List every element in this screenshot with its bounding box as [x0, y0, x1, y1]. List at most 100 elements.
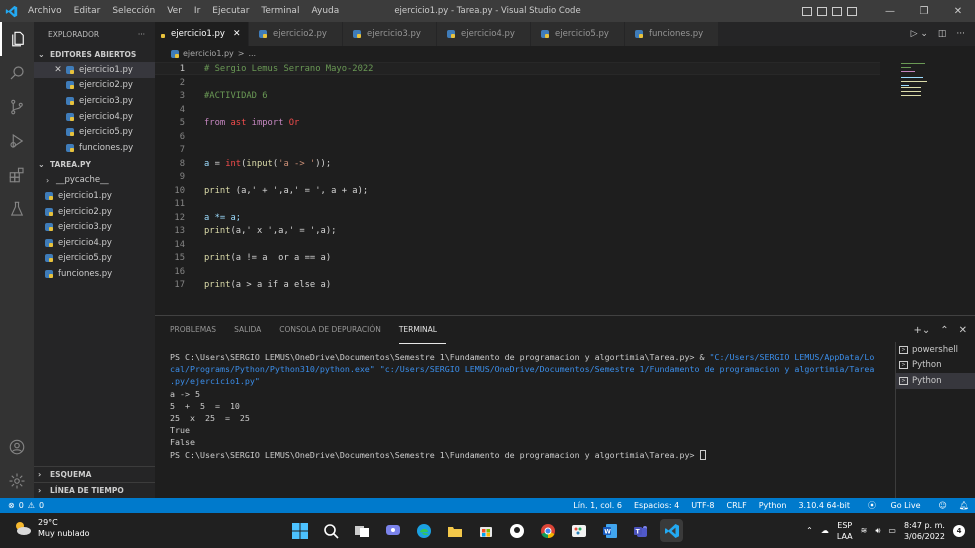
vscode-logo-icon[interactable]	[0, 0, 22, 22]
word-icon[interactable]: W	[598, 519, 621, 542]
terminal-output[interactable]: PS C:\Users\SERGIO LEMUS\OneDrive\Docume…	[170, 351, 885, 461]
open-editor-item[interactable]: ejercicio4.py	[34, 109, 155, 125]
chrome-browser-icon[interactable]	[536, 519, 559, 542]
chevron-up-icon[interactable]: ⌃	[806, 526, 813, 535]
terminal-item-python-active[interactable]: > Python	[896, 373, 975, 389]
code-line[interactable]: 5 from ast import Or	[155, 117, 880, 130]
problems-status[interactable]: ⊗ 0 ⚠ 0	[0, 501, 44, 510]
file-item[interactable]: funciones.py	[34, 266, 155, 282]
timeline-header[interactable]: › LÍNEA DE TIEMPO	[34, 482, 155, 498]
battery-icon[interactable]: ▭	[888, 526, 896, 535]
end-of-line[interactable]: CRLF	[721, 501, 753, 510]
more-actions-icon[interactable]: ···	[138, 30, 145, 39]
settings-gear-icon[interactable]	[0, 464, 34, 498]
breadcrumb-file[interactable]: ejercicio1.py	[183, 49, 234, 58]
split-editor-icon[interactable]: ◫	[938, 29, 947, 39]
code-line[interactable]: 17 print(a > a if a else a)	[155, 279, 880, 292]
tab-ejercicio4[interactable]: ejercicio4.py	[437, 22, 531, 46]
tab-problemas[interactable]: PROBLEMAS	[170, 316, 225, 344]
terminal-item-python[interactable]: > Python	[896, 358, 975, 374]
code-line[interactable]: 8 a = int(input('a -> '));	[155, 157, 880, 170]
close-window-button[interactable]: ✕	[941, 0, 975, 22]
menu-ir[interactable]: Ir	[188, 0, 206, 22]
go-live-button[interactable]: ⦿ Go Live	[856, 500, 933, 511]
new-terminal-icon[interactable]: +⌄	[913, 325, 930, 336]
open-editor-item[interactable]: funciones.py	[34, 140, 155, 156]
wifi-icon[interactable]: ≋	[861, 526, 868, 535]
file-item[interactable]: ejercicio5.py	[34, 251, 155, 267]
extensions-icon[interactable]	[0, 158, 34, 192]
open-editor-item[interactable]: ejercicio2.py	[34, 78, 155, 94]
code-line[interactable]: 1 # Sergio Lemus Serrano Mayo-2022	[155, 62, 880, 75]
search-icon[interactable]	[0, 56, 34, 90]
code-editor[interactable]: 1 # Sergio Lemus Serrano Mayo-2022 2 3 #…	[155, 61, 975, 315]
menu-ver[interactable]: Ver	[161, 0, 188, 22]
menu-editar[interactable]: Editar	[68, 0, 107, 22]
clock[interactable]: 8:47 p. m. 3/06/2022	[904, 520, 945, 542]
open-editors-header[interactable]: ⌄ EDITORES ABIERTOS	[34, 46, 155, 62]
indentation[interactable]: Espacios: 4	[628, 501, 685, 510]
source-control-icon[interactable]	[0, 90, 34, 124]
testing-icon[interactable]	[0, 192, 34, 226]
code-line[interactable]: 3 #ACTIVIDAD 6	[155, 90, 880, 103]
toggle-secondary-sidebar-icon[interactable]	[832, 6, 842, 16]
language-indicator[interactable]: ESP LAA	[837, 520, 853, 542]
tab-terminal[interactable]: TERMINAL	[398, 316, 446, 344]
tab-ejercicio3[interactable]: ejercicio3.py	[343, 22, 437, 46]
close-panel-icon[interactable]: ✕	[959, 325, 967, 336]
feedback-icon[interactable]: ☺	[933, 501, 953, 510]
teams-icon[interactable]: T	[629, 519, 652, 542]
notifications-bell-icon[interactable]: 🔔︎	[953, 501, 975, 510]
tab-consola-depuracion[interactable]: CONSOLA DE DEPURACIÓN	[279, 316, 390, 344]
code-line[interactable]: 15 print(a != a or a == a)	[155, 252, 880, 265]
code-line[interactable]: 12 a *= a;	[155, 211, 880, 224]
chevron-up-icon[interactable]: ⌃	[940, 325, 948, 336]
start-button-icon[interactable]	[288, 519, 311, 542]
folder-item[interactable]: › __pycache__	[34, 173, 155, 189]
file-item[interactable]: ejercicio2.py	[34, 204, 155, 220]
outline-header[interactable]: › ESQUEMA	[34, 466, 155, 482]
github-icon[interactable]	[505, 519, 528, 542]
task-view-icon[interactable]	[350, 519, 373, 542]
restore-button[interactable]: ❐	[907, 0, 941, 22]
search-icon[interactable]	[319, 519, 342, 542]
tab-ejercicio2[interactable]: ejercicio2.py	[249, 22, 343, 46]
microsoft-store-icon[interactable]	[474, 519, 497, 542]
terminal-item-powershell[interactable]: > powershell	[896, 342, 975, 358]
paint-icon[interactable]	[567, 519, 590, 542]
menu-seleccion[interactable]: Selección	[106, 0, 161, 22]
edge-browser-icon[interactable]	[412, 519, 435, 542]
customize-layout-icon[interactable]	[847, 6, 857, 16]
more-actions-icon[interactable]: ···	[956, 29, 965, 39]
menu-terminal[interactable]: Terminal	[255, 0, 305, 22]
file-item[interactable]: ejercicio3.py	[34, 219, 155, 235]
tab-ejercicio1[interactable]: ejercicio1.py ✕	[155, 22, 249, 46]
minimap[interactable]	[899, 61, 959, 101]
close-icon[interactable]: ✕	[52, 65, 64, 75]
cursor-position[interactable]: Lín. 1, col. 6	[567, 501, 628, 510]
language-mode[interactable]: Python	[753, 501, 793, 510]
menu-archivo[interactable]: Archivo	[22, 0, 68, 22]
weather-widget[interactable]: 29°C Muy nublado	[12, 517, 90, 539]
tab-salida[interactable]: SALIDA	[234, 316, 270, 344]
close-tab-icon[interactable]: ✕	[233, 29, 241, 39]
menu-ayuda[interactable]: Ayuda	[305, 0, 345, 22]
explorer-icon[interactable]	[0, 22, 34, 56]
tab-ejercicio5[interactable]: ejercicio5.py	[531, 22, 625, 46]
volume-icon[interactable]: 🔊︎	[875, 526, 880, 536]
code-line[interactable]: 13 print(a,' x ',a,' = ',a);	[155, 225, 880, 238]
vscode-taskbar-icon[interactable]	[660, 519, 683, 542]
menu-ejecutar[interactable]: Ejecutar	[206, 0, 255, 22]
file-explorer-icon[interactable]	[443, 519, 466, 542]
toggle-sidebar-icon[interactable]	[802, 6, 812, 16]
cloud-icon[interactable]: ☁	[821, 526, 829, 535]
file-item[interactable]: ejercicio4.py	[34, 235, 155, 251]
breadcrumb-more[interactable]: ...	[248, 49, 256, 58]
run-file-icon[interactable]: ▷ ⌄	[911, 29, 928, 39]
folder-header[interactable]: ⌄ TAREA.PY	[34, 157, 155, 173]
open-editor-item[interactable]: ✕ ejercicio1.py	[34, 62, 155, 78]
toggle-panel-icon[interactable]	[817, 6, 827, 16]
chat-icon[interactable]	[381, 519, 404, 542]
tab-funciones[interactable]: funciones.py	[625, 22, 719, 46]
minimize-button[interactable]: —	[873, 0, 907, 22]
